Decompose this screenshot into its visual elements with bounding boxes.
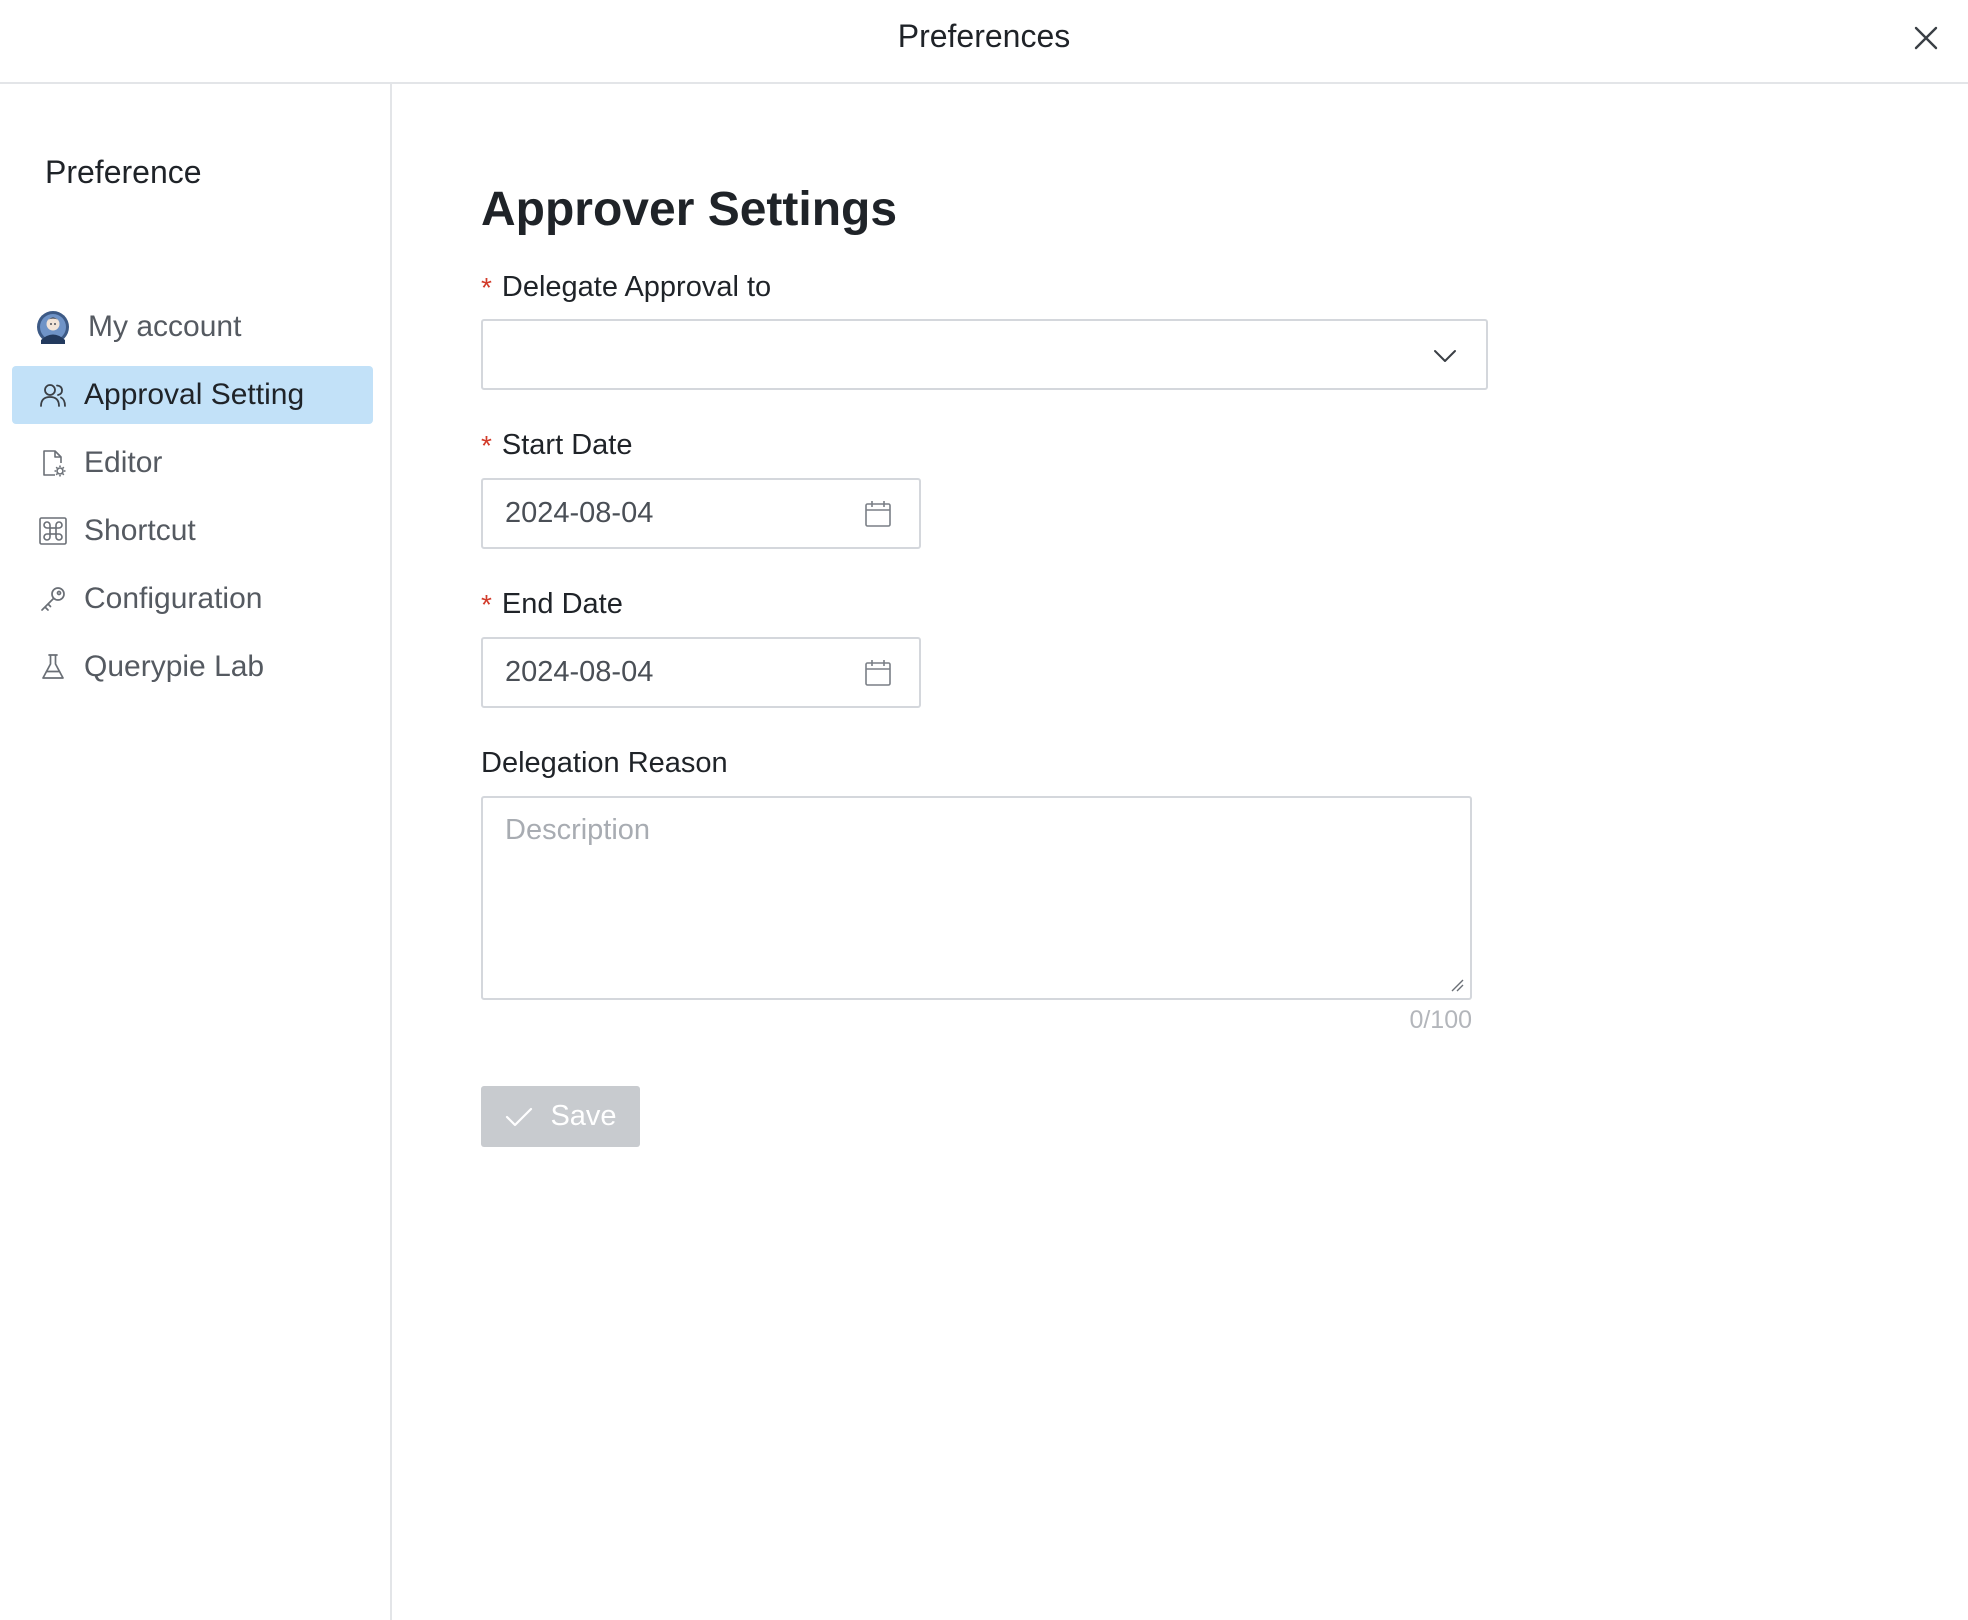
calendar-icon[interactable]: [863, 658, 893, 688]
required-mark: *: [481, 271, 492, 303]
users-icon: [38, 380, 68, 410]
close-icon[interactable]: [1910, 22, 1942, 54]
end-date-picker[interactable]: 2024-08-04: [481, 637, 921, 708]
delegation-reason-label-text: Delegation Reason: [481, 747, 728, 779]
check-icon: [506, 1107, 533, 1126]
start-date-value: 2024-08-04: [505, 497, 654, 529]
key-icon: [38, 584, 68, 614]
description-placeholder: Description: [505, 814, 651, 846]
start-date-picker[interactable]: 2024-08-04: [481, 478, 921, 549]
sidebar-item-label: Configuration: [84, 582, 263, 615]
page-title: Approver Settings: [481, 183, 898, 236]
calendar-icon[interactable]: [863, 499, 893, 529]
end-date-label: * End Date: [481, 588, 623, 621]
delegate-approver-select[interactable]: [481, 319, 1488, 390]
character-counter: 0/100: [1409, 1006, 1472, 1034]
command-key-icon: [38, 516, 68, 546]
chevron-down-icon: [1434, 350, 1456, 362]
file-settings-icon: [38, 448, 68, 478]
delegate-label-text: Delegate Approval to: [501, 271, 772, 303]
sidebar-item-shortcut[interactable]: Shortcut: [12, 502, 373, 560]
start-date-label: * Start Date: [481, 429, 632, 462]
sidebar: Preference My account Approval Setting E…: [0, 84, 392, 1620]
sidebar-item-label: Shortcut: [84, 514, 196, 547]
sidebar-item-label: Querypie Lab: [84, 650, 265, 683]
flask-icon: [38, 652, 68, 682]
sidebar-item-approval-setting[interactable]: Approval Setting: [12, 366, 373, 424]
save-button[interactable]: Save: [481, 1086, 640, 1147]
sidebar-item-label: My account: [88, 310, 242, 343]
sidebar-heading: Preference: [45, 154, 202, 190]
save-button-label: Save: [550, 1100, 617, 1132]
start-date-label-text: Start Date: [501, 429, 633, 461]
required-mark: *: [481, 429, 492, 461]
sidebar-item-label: Approval Setting: [84, 378, 305, 411]
window-title: Preferences: [897, 18, 1071, 54]
end-date-value: 2024-08-04: [505, 656, 654, 688]
resize-handle-icon[interactable]: [1450, 978, 1464, 992]
delegation-reason-label: Delegation Reason: [481, 747, 728, 780]
sidebar-item-my-account[interactable]: My account: [12, 298, 373, 356]
preferences-window: Preferences Preference My account Approv…: [0, 0, 1968, 1620]
sidebar-item-editor[interactable]: Editor: [12, 434, 373, 492]
avatar-icon: [36, 310, 70, 344]
sidebar-item-querypie-lab[interactable]: Querypie Lab: [12, 638, 373, 696]
required-mark: *: [481, 588, 492, 620]
main-panel: Approver Settings * Delegate Approval to…: [394, 84, 1968, 1620]
delegate-label: * Delegate Approval to: [481, 271, 771, 304]
sidebar-nav: My account Approval Setting Editor Short…: [12, 298, 373, 706]
delegation-reason-textarea[interactable]: Description: [481, 796, 1472, 1000]
title-bar: Preferences: [0, 0, 1968, 84]
end-date-label-text: End Date: [501, 588, 623, 620]
sidebar-item-configuration[interactable]: Configuration: [12, 570, 373, 628]
sidebar-item-label: Editor: [84, 446, 163, 479]
